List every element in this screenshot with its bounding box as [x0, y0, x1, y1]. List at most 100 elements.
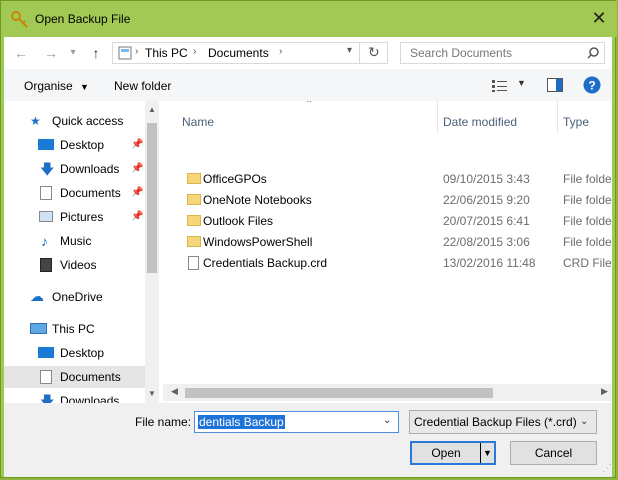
resize-grip-icon[interactable]: ⋰ — [602, 463, 612, 474]
scroll-up-icon[interactable]: ▲ — [148, 105, 156, 114]
nav-videos[interactable]: Videos — [38, 254, 145, 276]
pictures-icon — [39, 211, 53, 222]
column-name-header[interactable]: Name — [182, 111, 214, 133]
address-dropdown-icon[interactable]: ▾ — [347, 45, 352, 56]
nav-label: Downloads — [60, 394, 120, 403]
folder-icon — [187, 215, 201, 226]
organise-button[interactable]: Organise ▼ — [24, 79, 89, 93]
file-list-hscrollbar[interactable]: ◀ ▶ — [163, 384, 612, 401]
navigation-pane: ★ Quick access Desktop 📌 🡇 Downloads 📌 D… — [4, 101, 159, 403]
view-dropdown-icon[interactable]: ▼ — [517, 78, 526, 88]
nav-label: OneDrive — [52, 290, 103, 304]
nav-this-pc-desktop[interactable]: Desktop — [38, 342, 145, 364]
breadcrumb-chevron-icon: › — [279, 46, 283, 57]
split-divider — [480, 443, 481, 463]
organise-label: Organise — [24, 79, 73, 93]
file-name: OneNote Notebooks — [203, 193, 312, 207]
column-date-header[interactable]: Date modified — [443, 111, 517, 133]
nav-this-pc-documents[interactable]: Documents — [4, 366, 145, 388]
window-title: Open Backup File — [35, 12, 131, 26]
file-type: File folder — [563, 214, 612, 228]
search-box[interactable]: Search Documents — [400, 42, 605, 64]
back-button[interactable]: ← — [12, 44, 30, 62]
nav-label: Desktop — [60, 138, 105, 152]
filename-selected-text: dentials Backup — [198, 415, 285, 429]
file-name: WindowsPowerShell — [203, 235, 313, 249]
scroll-down-icon[interactable]: ▼ — [148, 389, 156, 398]
cloud-icon: ☁ — [30, 288, 44, 304]
breadcrumb-documents[interactable]: Documents — [208, 46, 269, 60]
star-icon: ★ — [30, 114, 41, 128]
scroll-left-icon[interactable]: ◀ — [171, 386, 178, 397]
nav-onedrive[interactable]: ☁ OneDrive — [30, 286, 145, 308]
pin-icon: 📌 — [131, 211, 144, 222]
file-date: 20/07/2015 6:41 — [443, 214, 530, 228]
open-backup-dialog: Open Backup File ✕ ← → ▾ ↑ › This PC › D… — [0, 0, 617, 478]
open-button[interactable]: Open ▼ — [410, 441, 496, 465]
nav-pictures[interactable]: Pictures 📌 — [38, 206, 145, 228]
chevron-down-icon[interactable]: ⌄ — [383, 415, 391, 426]
file-row[interactable]: Credentials Backup.crd 13/02/2016 11:48 … — [163, 253, 612, 274]
back-arrow-icon: ← — [14, 45, 28, 61]
file-row[interactable]: OfficeGPOs 09/10/2015 3:43 File folder — [163, 169, 612, 190]
nav-label: Pictures — [60, 210, 104, 224]
dialog-client: ← → ▾ ↑ › This PC › Documents › ▾ ↻ Sear… — [4, 37, 612, 477]
file-type: File folder — [563, 172, 612, 186]
nav-documents[interactable]: Documents 📌 — [38, 182, 145, 204]
nav-scroll-thumb[interactable] — [147, 123, 157, 273]
view-options-icon[interactable] — [492, 80, 510, 92]
breadcrumb-chevron-icon: › — [193, 46, 197, 57]
help-icon[interactable]: ? — [583, 76, 601, 94]
file-type: File folder — [563, 193, 612, 207]
desktop-icon — [38, 347, 54, 358]
nav-label: Desktop — [60, 346, 105, 360]
breadcrumb-this-pc[interactable]: This PC — [145, 46, 188, 60]
nav-desktop[interactable]: Desktop 📌 — [38, 134, 145, 156]
file-name: Credentials Backup.crd — [203, 256, 328, 270]
nav-music[interactable]: ♪ Music — [38, 230, 145, 252]
column-divider[interactable] — [437, 101, 438, 133]
file-name: OfficeGPOs — [203, 172, 267, 186]
cancel-button[interactable]: Cancel — [510, 441, 597, 465]
file-row[interactable]: OneNote Notebooks 22/06/2015 9:20 File f… — [163, 190, 612, 211]
videos-icon — [40, 258, 52, 272]
file-row[interactable]: WindowsPowerShell 22/08/2015 3:06 File f… — [163, 232, 612, 253]
address-bar[interactable]: › This PC › Documents › ▾ ↻ — [112, 42, 388, 64]
nav-label: Quick access — [52, 114, 124, 128]
title-bar[interactable]: Open Backup File ✕ — [1, 1, 617, 37]
column-type-header[interactable]: Type — [563, 111, 589, 133]
nav-this-pc[interactable]: This PC — [30, 318, 145, 340]
nav-scrollbar[interactable]: ▲ ▼ — [145, 101, 159, 403]
documents-icon — [40, 186, 52, 200]
sort-ascending-icon: ⌃ — [305, 101, 314, 110]
folder-icon — [187, 236, 201, 247]
file-row[interactable]: Outlook Files 20/07/2015 6:41 File folde… — [163, 211, 612, 232]
breadcrumb-chevron-icon: › — [135, 46, 139, 57]
nav-quick-access[interactable]: ★ Quick access — [30, 110, 145, 132]
filename-input[interactable]: dentials Backup ⌄ — [194, 411, 399, 433]
filetype-select[interactable]: Credential Backup Files (*.crd) ⌄ — [409, 410, 597, 434]
nav-downloads[interactable]: 🡇 Downloads 📌 — [38, 158, 145, 180]
key-icon — [11, 11, 28, 28]
file-list: ⌃ Name Date modified Type OfficeGPOs 09/… — [163, 101, 612, 403]
column-divider[interactable] — [557, 101, 558, 133]
nav-this-pc-downloads[interactable]: 🡇 Downloads — [38, 390, 145, 403]
hscroll-thumb[interactable] — [185, 388, 493, 398]
close-button[interactable]: ✕ — [589, 6, 609, 30]
refresh-icon[interactable]: ↻ — [368, 44, 380, 61]
folder-icon — [187, 194, 201, 205]
recent-locations-button[interactable]: ▾ — [64, 44, 82, 62]
open-label: Open — [431, 446, 461, 460]
scroll-right-icon[interactable]: ▶ — [601, 386, 608, 397]
dialog-footer: File name: dentials Backup ⌄ Credential … — [4, 403, 612, 477]
up-button[interactable]: ↑ — [87, 44, 105, 62]
forward-button[interactable]: → — [42, 44, 60, 62]
folder-icon — [187, 173, 201, 184]
address-row: ← → ▾ ↑ › This PC › Documents › ▾ ↻ Sear… — [4, 37, 612, 69]
pin-icon: 📌 — [131, 163, 144, 174]
preview-pane-icon[interactable] — [547, 78, 563, 92]
open-dropdown-icon[interactable]: ▼ — [483, 443, 492, 463]
new-folder-button[interactable]: New folder — [114, 79, 171, 93]
search-input[interactable]: Search Documents — [410, 46, 512, 60]
nav-label: Music — [60, 234, 92, 248]
